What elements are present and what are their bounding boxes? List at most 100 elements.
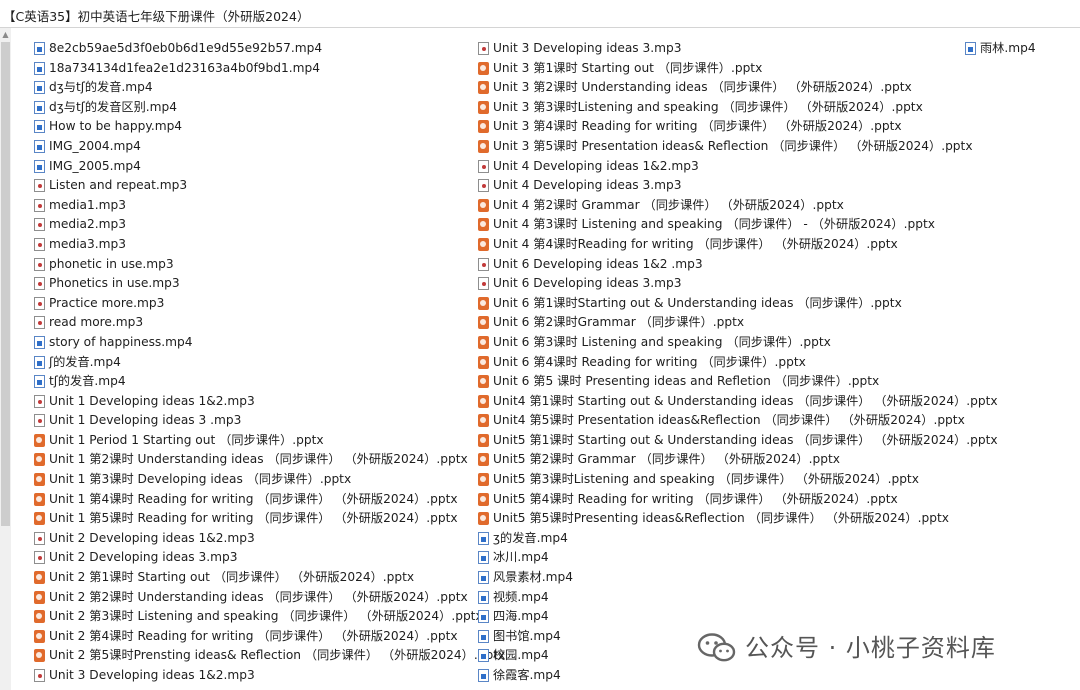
file-name: Unit 6 第1课时Starting out & Understanding … (493, 295, 902, 310)
audio-file-icon (34, 669, 45, 682)
video-file-icon (34, 42, 45, 55)
powerpoint-file-icon (34, 590, 45, 604)
video-file-icon (34, 120, 45, 134)
audio-file-icon (34, 296, 45, 310)
file-name: Unit5 第4课时 Reading for writing （同步课件） （外… (493, 491, 898, 506)
video-file-icon (34, 355, 45, 369)
file-name: Unit 1 Developing ideas 1&2.mp3 (49, 393, 255, 408)
file-name: Unit 6 Developing ideas 3.mp3 (493, 276, 682, 291)
watermark-text: 公众号 · 小桃子资料库 (745, 634, 996, 662)
file-name: phonetic in use.mp3 (49, 256, 174, 271)
file-name: Unit 6 第4课时 Reading for writing （同步课件）.p… (493, 354, 806, 369)
powerpoint-file-icon (34, 433, 45, 447)
file-name: Unit 1 第3课时 Developing ideas （同步课件）.pptx (49, 472, 352, 487)
file-name: Unit 4 第2课时 Grammar （同步课件） （外研版2024）.ppt… (493, 197, 844, 212)
video-file-icon (34, 100, 45, 114)
file-name: Unit 4 Developing ideas 3.mp3 (493, 178, 682, 193)
file-name: ʃ的发音.mp4 (49, 354, 121, 369)
powerpoint-file-icon (478, 512, 489, 526)
file-name: IMG_2004.mp4 (49, 138, 141, 153)
file-name: 图书馆.mp4 (493, 628, 561, 643)
file-name: Unit5 第3课时Listening and speaking （同步课件） … (493, 472, 919, 487)
powerpoint-file-icon (478, 335, 489, 349)
file-name: media3.mp3 (49, 236, 126, 251)
file-name: Unit 4 Developing ideas 1&2.mp3 (493, 158, 699, 173)
file-name: Unit 2 第3课时 Listening and speaking （同步课件… (49, 609, 483, 624)
video-file-icon (478, 610, 489, 624)
powerpoint-file-icon (478, 100, 489, 114)
file-name: 8e2cb59ae5d3f0eb0b6d1e9d55e92b57.mp4 (49, 41, 323, 55)
file-name: Unit 1 第5课时 Reading for writing （同步课件） （… (49, 511, 458, 526)
powerpoint-file-icon (478, 473, 489, 487)
video-file-icon (478, 571, 489, 585)
video-file-icon (34, 61, 45, 75)
powerpoint-file-icon (478, 296, 489, 310)
powerpoint-file-icon (34, 453, 45, 467)
wechat-logo-icon (697, 633, 736, 662)
file-name: Unit 3 Developing ideas 1&2.mp3 (49, 668, 255, 682)
file-name: Unit 3 第5课时 Presentation ideas& Reflecti… (493, 138, 973, 153)
file-name: Unit 3 第3课时Listening and speaking （同步课件）… (493, 99, 923, 114)
powerpoint-file-icon (478, 492, 489, 506)
powerpoint-file-icon (478, 355, 489, 369)
powerpoint-file-icon (478, 237, 489, 251)
file-name: ʒ的发音.mp4 (493, 530, 568, 545)
file-name: story of happiness.mp4 (49, 334, 193, 349)
powerpoint-file-icon (478, 120, 489, 134)
audio-file-icon (34, 414, 45, 428)
audio-file-icon (34, 551, 45, 565)
powerpoint-file-icon (34, 571, 45, 585)
powerpoint-file-icon (34, 610, 45, 624)
file-name: Unit5 第2课时 Grammar （同步课件） （外研版2024）.pptx (493, 452, 840, 467)
video-file-icon (34, 335, 45, 349)
powerpoint-file-icon (34, 629, 45, 643)
video-file-icon (478, 531, 489, 545)
powerpoint-file-icon (478, 394, 489, 408)
watermark: 公众号 · 小桃子资料库 (697, 630, 1057, 666)
audio-file-icon (34, 277, 45, 291)
file-name: 校园.mp4 (493, 648, 549, 663)
video-file-icon (478, 629, 489, 643)
file-name: 18a734134d1fea2e1d23163a4b0f9bd1.mp4 (49, 60, 320, 75)
file-name: Unit 6 第3课时 Listening and speaking （同步课件… (493, 334, 831, 349)
audio-file-icon (34, 237, 45, 251)
file-name: dʒ与tʃ的发音.mp4 (49, 80, 153, 95)
powerpoint-file-icon (478, 316, 489, 330)
audio-file-icon (34, 198, 45, 212)
powerpoint-file-icon (34, 492, 45, 506)
file-name: Unit 6 Developing ideas 1&2 .mp3 (493, 256, 703, 271)
file-name: IMG_2005.mp4 (49, 158, 141, 173)
powerpoint-file-icon (478, 414, 489, 428)
file-name: How to be happy.mp4 (49, 119, 183, 134)
file-name: Unit 3 第2课时 Understanding ideas （同步课件） （… (493, 80, 912, 95)
file-name: 四海.mp4 (493, 609, 549, 624)
file-name: Unit 1 Developing ideas 3 .mp3 (49, 413, 242, 428)
file-name: Unit5 第1课时 Starting out & Understanding … (493, 432, 998, 447)
file-name: Phonetics in use.mp3 (49, 276, 180, 291)
scroll-up-arrow-icon[interactable]: ▲ (0, 30, 11, 40)
audio-file-icon (34, 218, 45, 232)
file-name: Unit 3 第4课时 Reading for writing （同步课件） （… (493, 119, 902, 134)
file-name: Unit 2 第4课时 Reading for writing （同步课件） （… (49, 628, 458, 643)
file-name: Listen and repeat.mp3 (49, 178, 188, 193)
file-name: Unit 1 第2课时 Understanding ideas （同步课件） （… (49, 452, 468, 467)
audio-file-icon (34, 316, 45, 330)
powerpoint-file-icon (478, 61, 489, 75)
file-name: Unit 2 第2课时 Understanding ideas （同步课件） （… (49, 589, 468, 604)
file-name: media2.mp3 (49, 217, 126, 232)
video-file-icon (478, 649, 489, 663)
file-name: Unit 6 第5 课时 Presenting ideas and Reflet… (493, 374, 880, 389)
file-name: read more.mp3 (49, 315, 144, 330)
video-file-icon (478, 669, 489, 682)
video-file-icon (34, 159, 45, 173)
file-name: Unit 2 第5课时Prensting ideas& Reflection （… (49, 648, 506, 663)
file-name: Unit 4 第4课时Reading for writing （同步课件） （外… (493, 236, 898, 251)
powerpoint-file-icon (34, 473, 45, 487)
file-name: Unit5 第5课时Presenting ideas&Reflection （同… (493, 511, 949, 526)
file-name: Unit 6 第2课时Grammar （同步课件）.pptx (493, 315, 745, 330)
file-name: media1.mp3 (49, 197, 126, 212)
scrollbar-thumb[interactable] (1, 42, 10, 526)
file-name: 徐霞客.mp4 (493, 668, 561, 682)
powerpoint-file-icon (478, 198, 489, 212)
audio-file-icon (478, 277, 489, 291)
